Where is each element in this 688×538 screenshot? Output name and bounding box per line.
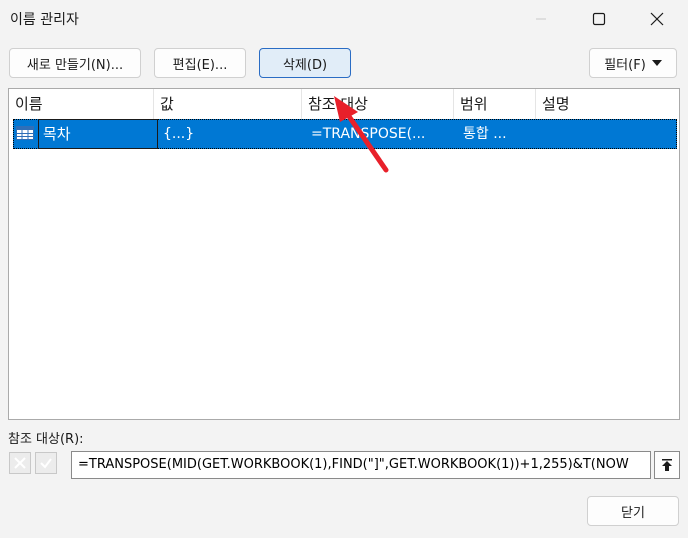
minimize-button[interactable] (518, 0, 564, 38)
row-name: 목차 (43, 125, 71, 143)
cancel-x-icon (14, 457, 26, 469)
refers-to-input[interactable]: =TRANSPOSE(MID(GET.WORKBOOK(1),FIND("]",… (71, 451, 651, 479)
column-header-value[interactable]: 값 (154, 89, 302, 119)
row-name-cell: 목차 (38, 119, 158, 149)
maximize-button[interactable] (576, 0, 622, 38)
list-header: 이름 값 참조 대상 범위 설명 (9, 89, 679, 119)
maximize-icon (592, 12, 606, 26)
checkmark-icon (40, 458, 52, 469)
window-title: 이름 관리자 (10, 12, 79, 28)
chevron-down-icon (651, 60, 662, 66)
close-window-button[interactable] (634, 0, 680, 38)
minimize-icon (536, 18, 546, 20)
column-header-refers-to[interactable]: 참조 대상 (302, 89, 454, 119)
delete-name-button[interactable]: 삭제(D) (259, 48, 351, 78)
upload-arrow-icon (662, 459, 672, 471)
title-bar: 이름 관리자 (0, 0, 688, 38)
edit-name-button[interactable]: 편집(E)... (154, 48, 246, 78)
row-scope: 통합 ... (463, 126, 507, 142)
column-header-scope[interactable]: 범위 (454, 89, 536, 119)
cancel-edit-button[interactable] (9, 452, 31, 474)
table-name-icon (16, 126, 34, 140)
close-button[interactable]: 닫기 (587, 496, 679, 526)
confirm-edit-button[interactable] (35, 452, 57, 474)
names-list[interactable]: 이름 값 참조 대상 범위 설명 목차 {...} =TRANSPOSE(...… (8, 88, 680, 420)
table-row[interactable]: 목차 {...} =TRANSPOSE(... 통합 ... (13, 119, 677, 149)
column-header-name[interactable]: 이름 (9, 89, 154, 119)
new-name-button[interactable]: 새로 만들기(N)... (9, 48, 141, 78)
row-value: {...} (163, 126, 195, 142)
close-icon (650, 12, 664, 26)
row-refers-to: =TRANSPOSE(... (311, 126, 426, 142)
filter-button[interactable]: 필터(F) (589, 48, 677, 78)
collapse-dialog-button[interactable] (654, 451, 680, 479)
refers-to-label: 참조 대상(R): (8, 432, 84, 447)
filter-label: 필터(F) (604, 57, 646, 73)
column-header-comment[interactable]: 설명 (536, 89, 679, 119)
